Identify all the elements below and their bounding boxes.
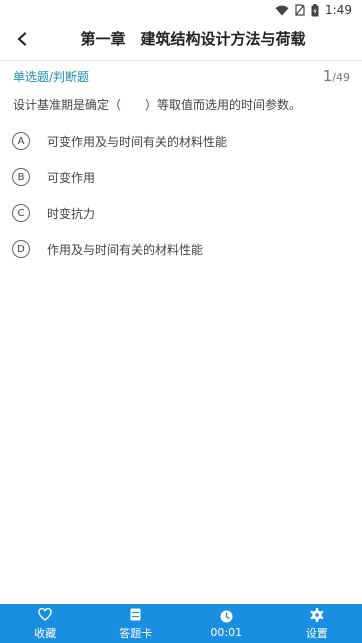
bottom-toolbar: 收藏 答题卡 00:01 设置 [0,604,362,643]
question-stem: 设计基准期是确定（ ）等取值而选用的时间参数。 [13,98,302,112]
option-text: 时变抗力 [47,206,96,221]
battery-icon [311,3,319,16]
no-sim-icon [295,4,305,16]
option-c[interactable]: C 时变抗力 [12,201,350,225]
gear-icon [310,607,324,622]
timer-tab[interactable]: 00:01 [181,604,272,643]
timer-label: 00:01 [210,626,243,639]
app-header: 第一章 建筑结构设计方法与荷载 [0,20,362,58]
favorite-label: 收藏 [34,626,57,640]
question-type: 单选题/判断题 [13,70,90,84]
option-letter: A [12,132,30,150]
status-time: 1:49 [325,3,352,17]
option-a[interactable]: A 可变作用及与时间有关的材料性能 [12,129,350,153]
favorite-tab[interactable]: 收藏 [0,604,91,643]
option-text: 作用及与时间有关的材料性能 [47,242,204,257]
clock-icon [220,610,233,622]
wifi-icon [275,5,289,15]
question-current: 1 [322,67,333,85]
question-counter: 1/49 [323,66,350,85]
settings-label: 设置 [305,626,328,640]
option-b[interactable]: B 可变作用 [12,165,350,189]
option-text: 可变作用 [47,170,96,185]
option-d[interactable]: D 作用及与时间有关的材料性能 [12,237,350,261]
option-letter: B [12,168,30,186]
answer-card-tab[interactable]: 答题卡 [91,604,182,643]
option-letter: C [12,204,30,222]
answer-card-icon [130,608,141,621]
settings-tab[interactable]: 设置 [272,604,362,643]
question-total: /49 [332,71,350,84]
option-letter: D [12,240,30,258]
answer-card-label: 答题卡 [119,626,153,640]
status-bar: 1:49 [0,0,362,20]
heart-icon [38,608,52,621]
option-text: 可变作用及与时间有关的材料性能 [47,134,228,149]
page-title: 第一章 建筑结构设计方法与荷载 [80,30,306,48]
header-divider [0,60,362,61]
